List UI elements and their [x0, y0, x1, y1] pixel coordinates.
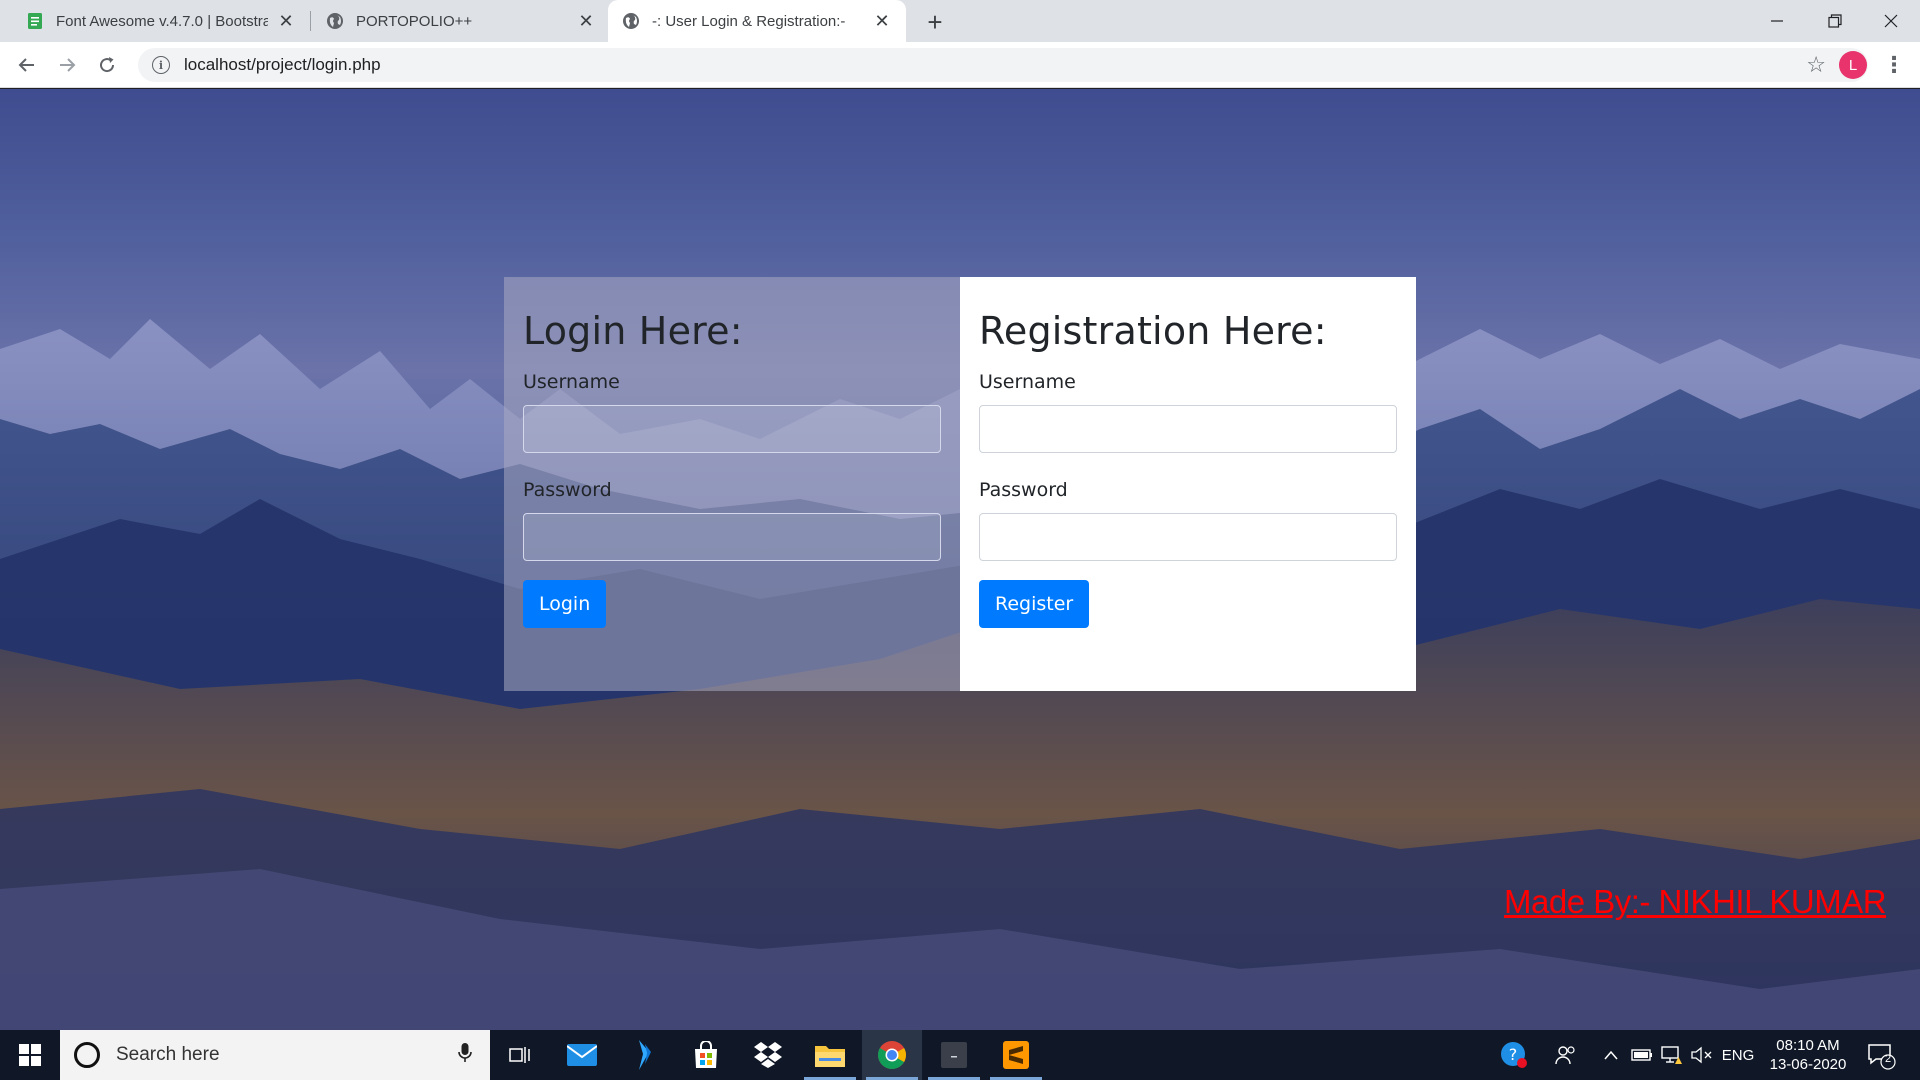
register-username-input[interactable] — [979, 405, 1397, 453]
info-icon[interactable]: i — [152, 56, 170, 74]
windows-taskbar: Search here ? ENG 08:10 AM 13-06-2020 2 — [0, 1030, 1920, 1080]
notification-count: 2 — [1884, 1053, 1892, 1065]
tab-title: PORTOPOLIO++ — [356, 12, 473, 30]
restore-icon — [1828, 14, 1842, 28]
login-password-label: Password — [523, 479, 612, 501]
tab-login-registration[interactable]: -: User Login & Registration:- ✕ — [608, 0, 906, 42]
taskbar-clock[interactable]: 08:10 AM 13-06-2020 — [1762, 1036, 1854, 1074]
globe-icon — [622, 12, 640, 30]
login-username-label: Username — [523, 371, 620, 393]
search-placeholder: Search here — [116, 1044, 220, 1065]
volume-muted-icon[interactable] — [1688, 1030, 1716, 1080]
login-heading: Login Here: — [523, 309, 743, 353]
back-button[interactable] — [11, 49, 43, 81]
reload-icon — [100, 57, 115, 73]
profile-avatar[interactable]: L — [1839, 51, 1867, 79]
tab-portopolio[interactable]: PORTOPOLIO++ ✕ — [312, 0, 610, 42]
login-panel: Login Here: Username Password Login — [504, 277, 960, 691]
network-icon[interactable] — [1658, 1030, 1686, 1080]
tab-divider — [310, 11, 311, 31]
close-window-button[interactable] — [1862, 0, 1920, 42]
language-indicator[interactable]: ENG — [1718, 1030, 1758, 1080]
battery-icon[interactable] — [1628, 1030, 1656, 1080]
svg-text:?: ? — [1509, 1045, 1518, 1064]
bookmark-star-icon[interactable]: ☆ — [1806, 52, 1826, 78]
new-tab-button[interactable]: + — [920, 7, 950, 37]
terminal-icon[interactable] — [924, 1030, 984, 1080]
microphone-icon[interactable] — [458, 1042, 472, 1068]
login-password-input[interactable] — [523, 513, 941, 561]
address-bar[interactable]: i localhost/project/login.php ☆ — [138, 48, 1868, 82]
close-tab-icon[interactable]: ✕ — [576, 11, 596, 31]
registration-panel: Registration Here: Username Password Reg… — [960, 277, 1416, 691]
visual-studio-icon[interactable] — [614, 1030, 674, 1080]
globe-icon — [326, 12, 344, 30]
register-password-input[interactable] — [979, 513, 1397, 561]
tab-font-awesome[interactable]: Font Awesome v.4.7.0 | Bootstrap ✕ — [12, 0, 310, 42]
mail-icon[interactable] — [552, 1030, 612, 1080]
file-explorer-icon[interactable] — [800, 1030, 860, 1080]
login-button[interactable]: Login — [523, 580, 607, 628]
forward-button[interactable] — [51, 49, 83, 81]
minimize-button[interactable] — [1748, 0, 1806, 42]
browser-toolbar: i localhost/project/login.php ☆ L ⋮ — [0, 42, 1920, 88]
browser-tab-strip: Font Awesome v.4.7.0 | Bootstrap ✕ PORTO… — [0, 0, 1920, 42]
dropbox-icon[interactable] — [738, 1030, 798, 1080]
arrow-right-icon — [60, 58, 76, 72]
reload-button[interactable] — [91, 49, 123, 81]
clock-time: 08:10 AM — [1776, 1037, 1840, 1054]
windows-logo-icon — [19, 1044, 41, 1066]
page-viewport: Login Here: Username Password Login Regi… — [0, 89, 1920, 1030]
sublime-text-icon[interactable] — [986, 1030, 1046, 1080]
url-text: localhost/project/login.php — [184, 55, 381, 74]
arrow-left-icon — [18, 58, 34, 72]
start-button[interactable] — [0, 1030, 60, 1080]
chrome-icon[interactable] — [862, 1030, 922, 1080]
registration-heading: Registration Here: — [979, 309, 1327, 353]
help-icon[interactable]: ? — [1496, 1030, 1532, 1080]
register-button[interactable]: Register — [979, 580, 1090, 628]
tab-title: Font Awesome v.4.7.0 | Bootstrap — [56, 12, 268, 30]
store-icon[interactable] — [676, 1030, 736, 1080]
chevron-up-icon[interactable] — [1598, 1030, 1624, 1080]
register-password-label: Password — [979, 479, 1068, 501]
document-icon — [26, 12, 44, 30]
restore-button[interactable] — [1806, 0, 1864, 42]
close-tab-icon[interactable]: ✕ — [872, 11, 892, 31]
action-center-icon[interactable]: 2 — [1866, 1040, 1896, 1070]
task-view-icon[interactable] — [490, 1030, 550, 1080]
menu-icon[interactable]: ⋮ — [1880, 51, 1908, 79]
register-username-label: Username — [979, 371, 1076, 393]
minimize-icon — [1771, 20, 1783, 22]
taskbar-search-box[interactable]: Search here — [60, 1030, 490, 1080]
clock-date: 13-06-2020 — [1769, 1056, 1847, 1073]
close-icon — [1884, 14, 1898, 28]
credit-text: Made By:- NIKHIL KUMAR — [1504, 883, 1887, 920]
close-tab-icon[interactable]: ✕ — [276, 11, 296, 31]
login-username-input[interactable] — [523, 405, 941, 453]
cortana-icon — [74, 1042, 100, 1068]
tab-title: -: User Login & Registration:- — [652, 12, 846, 30]
people-icon[interactable] — [1548, 1030, 1584, 1080]
